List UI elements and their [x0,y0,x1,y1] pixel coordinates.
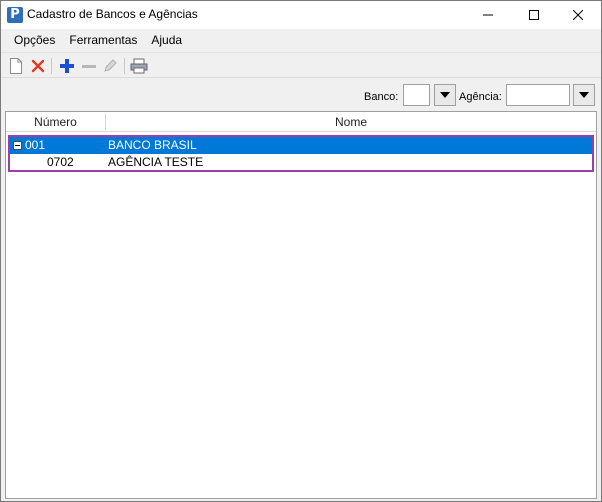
column-header-nome[interactable]: Nome [106,112,596,132]
new-document-icon [10,58,22,74]
toolbar [1,52,601,78]
agencia-input[interactable] [506,84,570,106]
menu-ferramentas[interactable]: Ferramentas [62,29,144,51]
edit-icon [104,59,117,72]
edit-button[interactable] [100,56,120,76]
menu-ajuda[interactable]: Ajuda [144,29,189,51]
grid-header: Número Nome [6,112,596,132]
column-header-numero[interactable]: Número [6,112,105,132]
banks-grid[interactable]: Número Nome 001 BANCO BRASIL 0702 AGÊNCI… [5,111,597,499]
filter-bar: Banco: Agência: [1,79,601,111]
add-icon [60,59,74,73]
remove-button[interactable] [79,56,99,76]
minimize-button[interactable] [465,1,511,29]
agencia-label: Agência: [459,91,502,103]
banco-label: Banco: [364,91,399,103]
menu-opcoes[interactable]: Opções [7,29,62,51]
agencia-dropdown-button[interactable] [573,84,595,106]
chevron-down-icon [579,92,589,98]
title-bar[interactable]: P Cadastro de Bancos e Agências [1,1,601,29]
close-icon [573,10,583,20]
delete-icon [31,59,45,73]
delete-button[interactable] [28,56,48,76]
window-title: Cadastro de Bancos e Agências [27,7,198,21]
print-icon [130,58,148,74]
maximize-icon [529,10,539,20]
highlight-frame [8,135,594,172]
close-button[interactable] [555,1,601,29]
maximize-button[interactable] [511,1,557,29]
main-window: P Cadastro de Bancos e Agências Opções F… [0,0,602,502]
app-icon: P [7,7,23,23]
chevron-down-icon [440,92,450,98]
banco-dropdown-button[interactable] [434,84,456,106]
toolbar-separator [51,58,52,74]
banco-input[interactable] [403,84,430,106]
minimize-icon [483,14,493,16]
add-button[interactable] [57,56,77,76]
menu-bar: Opções Ferramentas Ajuda [1,29,601,51]
new-button[interactable] [6,56,26,76]
print-button[interactable] [129,56,149,76]
toolbar-separator [124,58,125,74]
remove-icon [82,65,96,68]
